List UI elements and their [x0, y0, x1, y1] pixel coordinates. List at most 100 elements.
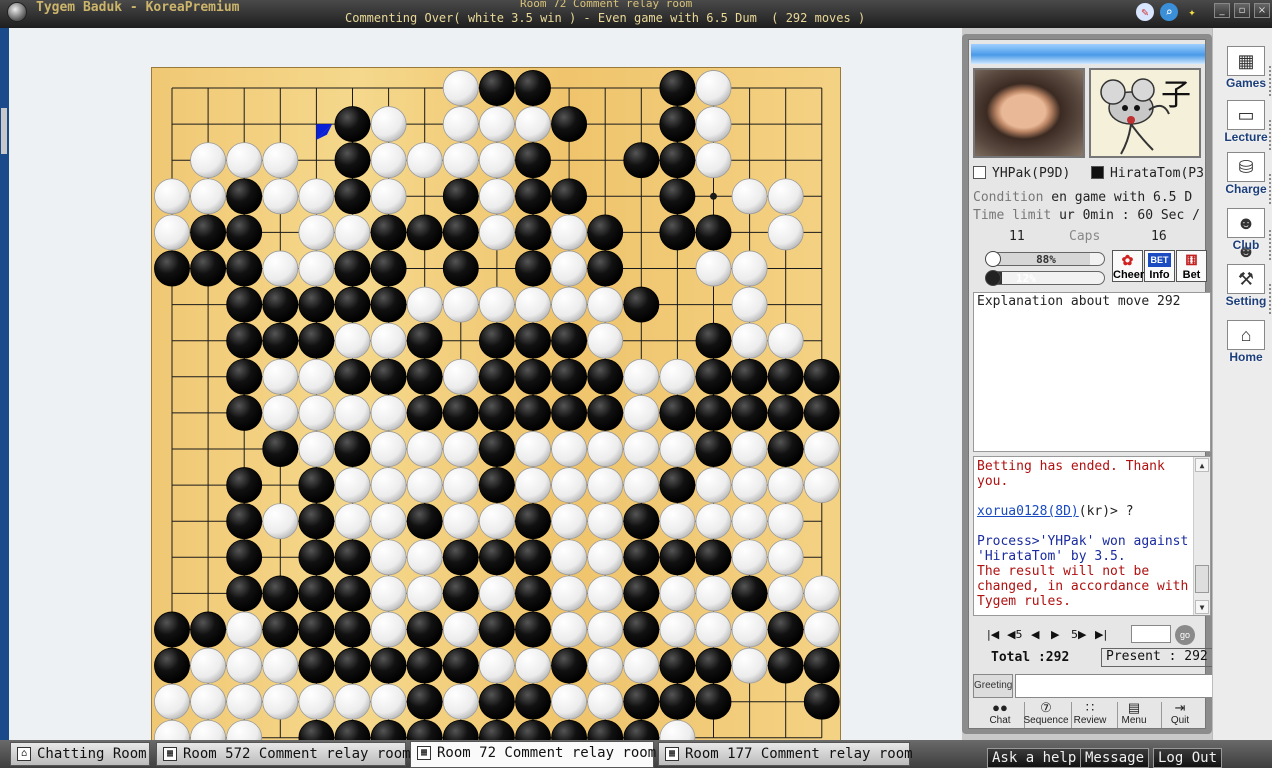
black-stone[interactable] [226, 286, 263, 323]
white-stone[interactable] [767, 214, 804, 251]
black-stone[interactable] [623, 142, 660, 179]
white-stone[interactable] [442, 286, 479, 323]
quit-button[interactable]: ⇥ Quit [1157, 700, 1203, 730]
chat-button[interactable]: ●● Chat [977, 700, 1023, 730]
white-stone[interactable] [334, 322, 371, 359]
black-stone[interactable] [298, 322, 335, 359]
black-stone[interactable] [154, 647, 190, 684]
white-stone[interactable] [478, 142, 515, 179]
help-bulb-icon[interactable]: ✦ [1183, 3, 1201, 21]
black-stone[interactable] [551, 358, 588, 395]
black-stone[interactable] [515, 250, 551, 287]
black-stone[interactable] [695, 394, 732, 431]
white-stone[interactable] [190, 683, 227, 720]
white-stone[interactable] [731, 503, 768, 540]
greeting-button[interactable]: Greeting [973, 674, 1013, 698]
black-stone[interactable] [298, 467, 335, 504]
white-stone[interactable] [442, 611, 479, 648]
chat-username-link[interactable]: xorua0128(8D) [977, 504, 1079, 519]
black-stone[interactable] [370, 250, 407, 287]
white-stone[interactable] [370, 178, 407, 215]
review-button[interactable]: ∷ Review [1067, 700, 1113, 730]
black-stone[interactable] [623, 539, 660, 576]
black-stone[interactable] [623, 611, 660, 648]
white-stone[interactable] [695, 575, 732, 612]
black-stone[interactable] [370, 358, 407, 395]
black-stone[interactable] [442, 250, 479, 287]
black-stone[interactable] [659, 467, 696, 504]
white-stone[interactable] [551, 683, 588, 720]
white-stone[interactable] [551, 467, 588, 504]
white-stone[interactable] [154, 178, 190, 215]
black-stone[interactable] [515, 358, 551, 395]
white-stone[interactable] [623, 358, 660, 395]
white-stone[interactable] [551, 286, 588, 323]
move-number-input[interactable] [1131, 625, 1171, 643]
white-stone[interactable] [731, 286, 768, 323]
black-stone[interactable] [334, 286, 371, 323]
white-stone[interactable] [262, 358, 299, 395]
black-stone[interactable] [406, 647, 443, 684]
black-stone[interactable] [478, 394, 515, 431]
white-stone[interactable] [731, 611, 768, 648]
white-stone[interactable] [515, 467, 551, 504]
black-stone[interactable] [406, 683, 443, 720]
white-stone[interactable] [478, 106, 515, 143]
white-stone[interactable] [262, 394, 299, 431]
black-stone[interactable] [551, 394, 588, 431]
black-stone[interactable] [406, 214, 443, 251]
white-stone[interactable] [623, 647, 660, 684]
black-stone[interactable] [478, 431, 515, 467]
black-stone[interactable] [262, 431, 299, 467]
white-stone[interactable] [551, 431, 588, 467]
white-stone[interactable] [262, 647, 299, 684]
black-stone[interactable] [226, 467, 263, 504]
menu-games[interactable]: ▦ Games [1223, 46, 1269, 96]
black-stone[interactable] [478, 70, 515, 106]
black-stone[interactable] [298, 503, 335, 540]
black-stone[interactable] [478, 467, 515, 504]
black-stone[interactable] [767, 358, 804, 395]
white-stone[interactable] [226, 611, 263, 648]
white-stone[interactable] [190, 178, 227, 215]
white-stone[interactable] [370, 683, 407, 720]
menu-home[interactable]: ⌂ Home [1223, 320, 1269, 370]
white-stone[interactable] [623, 467, 660, 504]
white-stone[interactable] [370, 142, 407, 179]
black-stone[interactable] [226, 503, 263, 540]
white-stone[interactable] [695, 106, 732, 143]
black-stone[interactable] [442, 214, 479, 251]
black-stone[interactable] [442, 575, 479, 612]
white-stone[interactable] [442, 683, 479, 720]
black-stone[interactable] [551, 322, 588, 359]
black-stone[interactable] [226, 250, 263, 287]
back-5-button[interactable]: ◀5 [1007, 628, 1023, 644]
white-stone[interactable] [551, 503, 588, 540]
black-stone[interactable] [659, 214, 696, 251]
black-stone[interactable] [406, 322, 443, 359]
black-stone[interactable] [515, 539, 551, 576]
black-stone[interactable] [298, 539, 335, 576]
white-stone[interactable] [442, 467, 479, 504]
white-stone[interactable] [695, 250, 732, 287]
black-stone[interactable] [695, 214, 732, 251]
white-stone[interactable] [695, 70, 732, 106]
white-stone[interactable] [370, 322, 407, 359]
white-stone[interactable] [803, 431, 840, 467]
white-stone[interactable] [334, 467, 371, 504]
black-stone[interactable] [659, 106, 696, 143]
black-stone[interactable] [587, 394, 624, 431]
white-stone[interactable] [731, 431, 768, 467]
white-stone[interactable] [154, 214, 190, 251]
white-stone[interactable] [587, 322, 624, 359]
black-stone[interactable] [551, 106, 588, 143]
menu-lecture[interactable]: ▭ Lecture [1223, 100, 1269, 150]
black-stone[interactable] [406, 611, 443, 648]
black-stone[interactable] [478, 322, 515, 359]
move-explanation-box[interactable]: Explanation about move 292 [973, 292, 1211, 452]
white-stone[interactable] [587, 431, 624, 467]
black-stone[interactable] [334, 647, 371, 684]
sequence-button[interactable]: ⑦ Sequence [1023, 700, 1069, 730]
black-stone[interactable] [515, 575, 551, 612]
white-stone[interactable] [442, 70, 479, 106]
